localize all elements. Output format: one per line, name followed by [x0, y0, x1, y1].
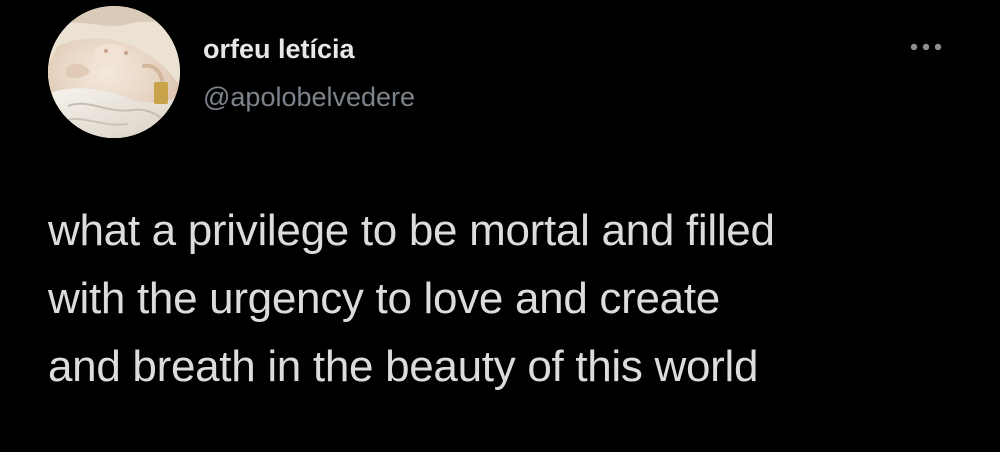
tweet-text-line: what a privilege to be mortal and filled	[48, 206, 775, 255]
tweet-text-line: with the urgency to love and create	[48, 274, 720, 323]
tweet-card: orfeu letícia @apolobelvedere what a pri…	[0, 0, 1000, 452]
user-handle[interactable]: @apolobelvedere	[203, 82, 415, 113]
avatar[interactable]	[48, 6, 180, 138]
more-horizontal-icon	[910, 43, 942, 51]
tweet-text-line: and breath in the beauty of this world	[48, 342, 759, 391]
more-options-button[interactable]	[904, 34, 948, 60]
classical-painting-avatar-icon	[48, 6, 180, 138]
display-name[interactable]: orfeu letícia	[203, 34, 355, 65]
tweet-text: what a privilege to be mortal and filled…	[48, 197, 968, 401]
